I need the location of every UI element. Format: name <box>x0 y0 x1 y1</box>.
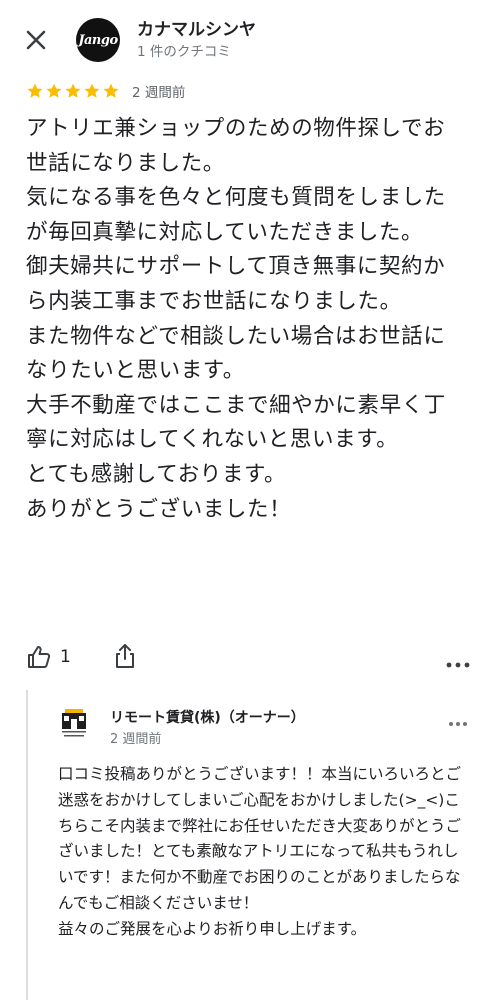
reviewer-review-count: 1 件のクチコミ <box>137 44 231 60</box>
like-button[interactable]: 1 <box>26 644 71 670</box>
share-button[interactable] <box>112 642 138 674</box>
reviewer-avatar[interactable]: Jango <box>76 18 120 62</box>
review-header: Jango カナマルシンヤ 1 件のクチコミ <box>0 0 490 78</box>
owner-name: リモート賃貸(株)（オーナー） <box>110 710 305 726</box>
review-actions: 1 <box>0 640 490 680</box>
more-horizontal-icon <box>449 722 467 726</box>
star-icon <box>27 83 43 98</box>
like-count: 1 <box>60 647 71 667</box>
star-icon <box>65 83 81 98</box>
more-options-button[interactable] <box>446 654 470 673</box>
star-icon <box>103 83 119 98</box>
more-horizontal-icon <box>446 662 470 668</box>
owner-reply: リモート賃貸(株)（オーナー） 2 週間前 口コミ投稿ありがとうございます！！本… <box>26 690 490 1000</box>
star-rating <box>26 82 120 100</box>
avatar-logo-text: Jango <box>78 32 118 48</box>
thumbs-up-icon <box>28 646 51 668</box>
reply-more-options-button[interactable] <box>448 712 468 731</box>
reviewer-name[interactable]: カナマルシンヤ <box>137 15 256 40</box>
share-icon <box>116 644 134 668</box>
rating-row: 2 週間前 <box>26 80 185 102</box>
house-logo-icon <box>62 709 86 737</box>
owner-logo <box>54 704 94 744</box>
star-icon <box>84 83 100 98</box>
close-icon <box>26 30 46 50</box>
owner-reply-text: 口コミ投稿ありがとうございます！！本当にいろいろとご迷惑をおかけしてしまいご心配… <box>58 765 462 938</box>
review-text: アトリエ兼ショップのための物件探しでお世話になりました。 気になる事を色々と何度… <box>26 116 446 522</box>
owner-reply-time: 2 週間前 <box>110 732 162 747</box>
review-time: 2 週間前 <box>132 85 186 101</box>
close-button[interactable] <box>22 26 50 54</box>
star-icon <box>46 83 62 98</box>
